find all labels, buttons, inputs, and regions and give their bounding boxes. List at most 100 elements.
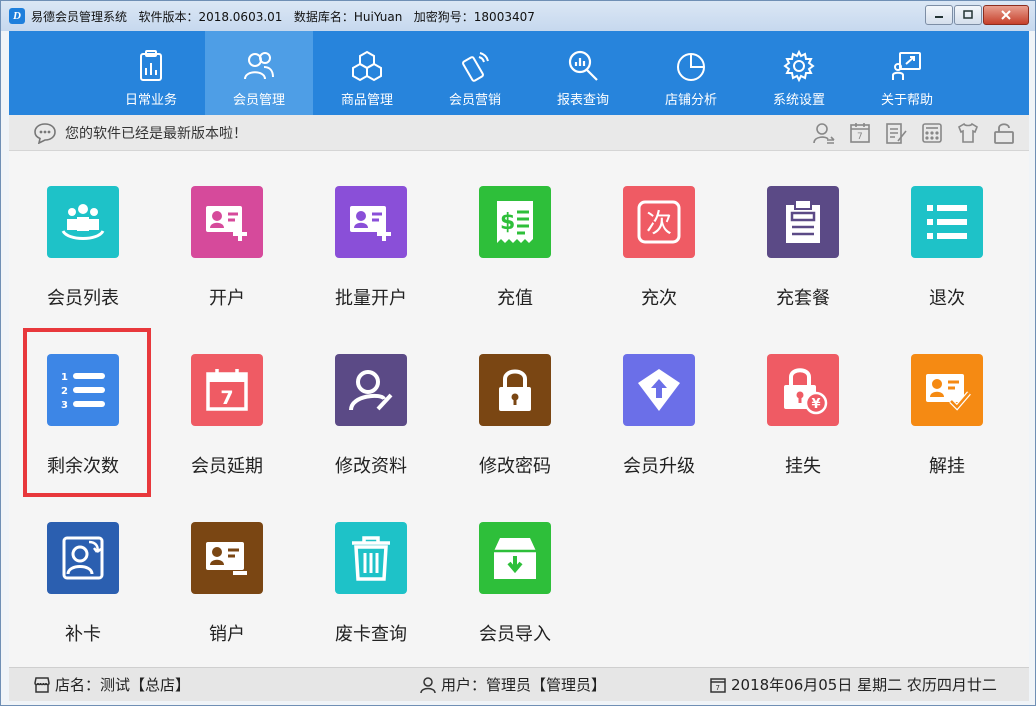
tile-numbered-list[interactable]: 1 2 3 剩余次数 (23, 354, 143, 504)
minimize-button[interactable] (925, 5, 953, 25)
tile-label: 开户 (209, 288, 245, 309)
tile-trash[interactable]: 废卡查询 (311, 522, 431, 672)
tile-label: 修改资料 (335, 456, 407, 477)
tile-upgrade[interactable]: 会员升级 (599, 354, 719, 504)
user-edit-icon (349, 370, 393, 411)
close-icon (1001, 10, 1011, 20)
toolbar-lock[interactable] (991, 120, 1017, 146)
tile-icon-box (335, 354, 407, 426)
tile-label: 挂失 (785, 456, 821, 477)
close-button[interactable] (983, 5, 1029, 25)
tile-icon-box (479, 354, 551, 426)
toolbar-notes[interactable] (883, 120, 909, 146)
tile-lost-lock[interactable]: ¥ 挂失 (743, 354, 863, 504)
cubes-icon (352, 50, 382, 82)
svg-text:¥: ¥ (811, 397, 820, 412)
tile-user-edit[interactable]: 修改资料 (311, 354, 431, 504)
notes-icon (886, 123, 907, 144)
svg-text:2: 2 (61, 386, 68, 397)
count-char-icon: 次 (637, 200, 681, 244)
nav-label: 关于帮助 (880, 93, 933, 108)
toolbar-user-switch[interactable] (811, 120, 837, 146)
tile-icon-box (767, 186, 839, 258)
calendar-icon: 7 (850, 123, 870, 143)
nav-daily-business[interactable]: 日常业务 (97, 31, 205, 115)
import-box-icon (494, 538, 536, 579)
nav-member-marketing[interactable]: 会员营销 (421, 31, 529, 115)
tile-icon-box (623, 354, 695, 426)
status-store: 店名：测试【总店】 (33, 674, 190, 695)
toolbar-shirt[interactable] (955, 120, 981, 146)
tile-clipboard[interactable]: 充套餐 (743, 186, 863, 336)
minimize-icon (935, 16, 943, 18)
nav-system-settings[interactable]: 系统设置 (745, 31, 853, 115)
list-icon (927, 205, 967, 239)
svg-text:7: 7 (220, 387, 233, 409)
lost-lock-icon: ¥ (784, 368, 828, 415)
notice-bar: 您的软件已经是最新版本啦！ 7 (9, 115, 1029, 151)
numbered-list-icon: 1 2 3 (61, 372, 105, 411)
calendar-icon: 7 (710, 677, 726, 693)
status-date: 7 2018年06月05日 星期二 农历四月廿二 (709, 674, 997, 695)
chat-bubble-icon (34, 122, 56, 144)
clipboard-chart-icon (140, 50, 162, 81)
tile-icon-box (191, 522, 263, 594)
tile-label: 废卡查询 (335, 624, 407, 645)
tile-card-remove[interactable]: 销户 (167, 522, 287, 672)
tile-label: 退次 (929, 288, 965, 309)
tile-reissue-card[interactable]: 补卡 (23, 522, 143, 672)
svg-text:3: 3 (61, 400, 68, 411)
maximize-button[interactable] (954, 5, 982, 25)
card-remove-icon (206, 542, 247, 575)
tile-label: 批量开户 (335, 288, 407, 309)
nav-store-analysis[interactable]: 店铺分析 (637, 31, 745, 115)
tile-icon-box (911, 354, 983, 426)
tile-icon-box: 1 2 3 (47, 354, 119, 426)
clipboard-icon (786, 199, 820, 243)
tile-import-box[interactable]: 会员导入 (455, 522, 575, 672)
nav-about-help[interactable]: 关于帮助 (853, 31, 961, 115)
store-name: 店名：测试【总店】 (55, 676, 191, 694)
nav-label: 会员管理 (232, 93, 285, 108)
tile-label: 销户 (209, 624, 245, 645)
tile-calendar-7[interactable]: 7 会员延期 (167, 354, 287, 504)
trash-icon (352, 536, 390, 581)
card-add-icon (350, 206, 391, 241)
member-group-icon (61, 204, 105, 240)
status-user: 用户：管理员【管理员】 (419, 674, 606, 695)
phone-signal-icon (462, 52, 489, 82)
nav-label: 日常业务 (124, 93, 177, 108)
tile-icon-box (911, 186, 983, 258)
tile-label: 会员导入 (479, 624, 551, 645)
tile-count-char[interactable]: 次充次 (599, 186, 719, 336)
tile-receipt-dollar[interactable]: $ 充值 (455, 186, 575, 336)
padlock-icon (499, 369, 531, 411)
tile-icon-box (335, 522, 407, 594)
tile-member-group[interactable]: 会员列表 (23, 186, 143, 336)
tile-list[interactable]: 退次 (887, 186, 1007, 336)
tile-icon-box: 次 (623, 186, 695, 258)
svg-text:7: 7 (857, 132, 863, 142)
tile-card-add[interactable]: 批量开户 (311, 186, 431, 336)
tile-label: 会员列表 (47, 288, 119, 309)
tile-label: 剩余次数 (47, 456, 119, 477)
toolbar-calculator[interactable] (919, 120, 945, 146)
receipt-dollar-icon: $ (497, 201, 533, 243)
nav-member-management[interactable]: 会员管理 (205, 31, 313, 115)
gear-icon (783, 49, 815, 83)
nav-report-query[interactable]: 报表查询 (529, 31, 637, 115)
nav-label: 会员营销 (448, 93, 501, 108)
tile-padlock[interactable]: 修改密码 (455, 354, 575, 504)
tile-icon-box (335, 186, 407, 258)
tile-card-add[interactable]: 开户 (167, 186, 287, 336)
toolbar-calendar[interactable]: 7 (847, 120, 873, 146)
calendar-7-icon: 7 (206, 369, 248, 411)
tile-card-check[interactable]: 解挂 (887, 354, 1007, 504)
user-icon (420, 676, 436, 693)
tile-label: 解挂 (929, 456, 965, 477)
pie-chart-icon (677, 53, 705, 81)
app-logo-icon: D (9, 8, 25, 24)
main-nav: 日常业务 会员管理 商品管理 会员营销 报表查询 店铺分析 系统设置 关于帮助 (9, 31, 1029, 115)
lock-icon (994, 123, 1014, 144)
nav-product-management[interactable]: 商品管理 (313, 31, 421, 115)
